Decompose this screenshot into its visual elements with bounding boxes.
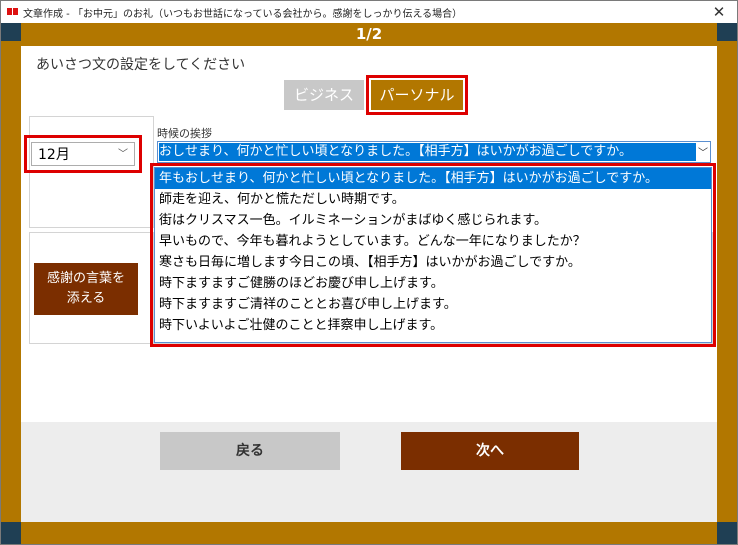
greeting-label: 時候の挨拶 xyxy=(157,127,212,140)
dropdown-option[interactable]: 時下ますますご清祥のこととお喜び申し上げます。 xyxy=(155,294,711,315)
dropdown-option[interactable]: 年もおしせまり、何かと忙しい頃となりました。【相手方】はいかがお過ごしですか。 xyxy=(155,168,711,189)
back-button[interactable]: 戻る xyxy=(160,432,340,470)
dropdown-option[interactable]: 時下ますますご健勝のほどお慶び申し上げます。 xyxy=(155,273,711,294)
footer-bar: 戻る 次へ xyxy=(21,422,717,522)
app-window: 文章作成 - 「お中元」のお礼（いつもお世話になっている会社から。感謝をしっかり… xyxy=(0,0,738,545)
corner-accent xyxy=(1,522,21,544)
instruction-text: あいさつ文の設定をしてください xyxy=(36,57,246,73)
app-logo-icon xyxy=(7,8,18,15)
tab-personal[interactable]: パーソナル xyxy=(366,75,468,115)
chevron-down-icon: ﹀ xyxy=(118,149,128,160)
dropdown-option[interactable]: 早いもので、今年も暮れようとしています。どんな一年になりましたか？ xyxy=(155,231,711,252)
close-button[interactable]: ✕ xyxy=(707,1,731,23)
add-thanks-label-line1: 感謝の言葉を xyxy=(46,271,125,286)
chevron-down-icon: ﹀ xyxy=(698,148,708,159)
add-thanks-label-line2: 添える xyxy=(66,291,106,306)
window-title: 文章作成 - 「お中元」のお礼（いつもお世話になっている会社から。感謝をしっかり… xyxy=(23,9,463,20)
month-group-box xyxy=(29,116,154,228)
add-thanks-button[interactable]: 感謝の言葉を 添える xyxy=(34,263,138,315)
dropdown-option[interactable]: 街はクリスマス一色。イルミネーションがまばゆく感じられます。 xyxy=(155,210,711,231)
tab-business[interactable]: ビジネス xyxy=(284,80,364,110)
next-button[interactable]: 次へ xyxy=(401,432,579,470)
dropdown-option[interactable]: 師走を迎え、何かと慌ただしい時期です。 xyxy=(155,189,711,210)
greeting-select-value: おしせまり、何かと忙しい頃となりました。【相手方】はいかがお過ごしですか。 xyxy=(159,143,696,161)
month-select[interactable]: 12月 ﹀ xyxy=(24,135,142,173)
corner-accent xyxy=(717,522,737,544)
greeting-select[interactable]: おしせまり、何かと忙しい頃となりました。【相手方】はいかがお過ごしですか。 ﹀ xyxy=(157,141,711,163)
title-bar: 文章作成 - 「お中元」のお礼（いつもお世話になっている会社から。感謝をしっかり… xyxy=(1,1,737,23)
month-select-value: 12月 xyxy=(38,147,70,163)
dropdown-option[interactable]: 寒さも日毎に増します今日この頃、【相手方】はいかがお過ごしですか。 xyxy=(155,252,711,273)
greeting-dropdown-list: 年もおしせまり、何かと忙しい頃となりました。【相手方】はいかがお過ごしですか。 … xyxy=(150,163,716,347)
page-indicator: 1/2 xyxy=(355,25,383,43)
dropdown-option[interactable]: 時下いよいよご壮健のことと拝察申し上げます。 xyxy=(155,315,711,336)
